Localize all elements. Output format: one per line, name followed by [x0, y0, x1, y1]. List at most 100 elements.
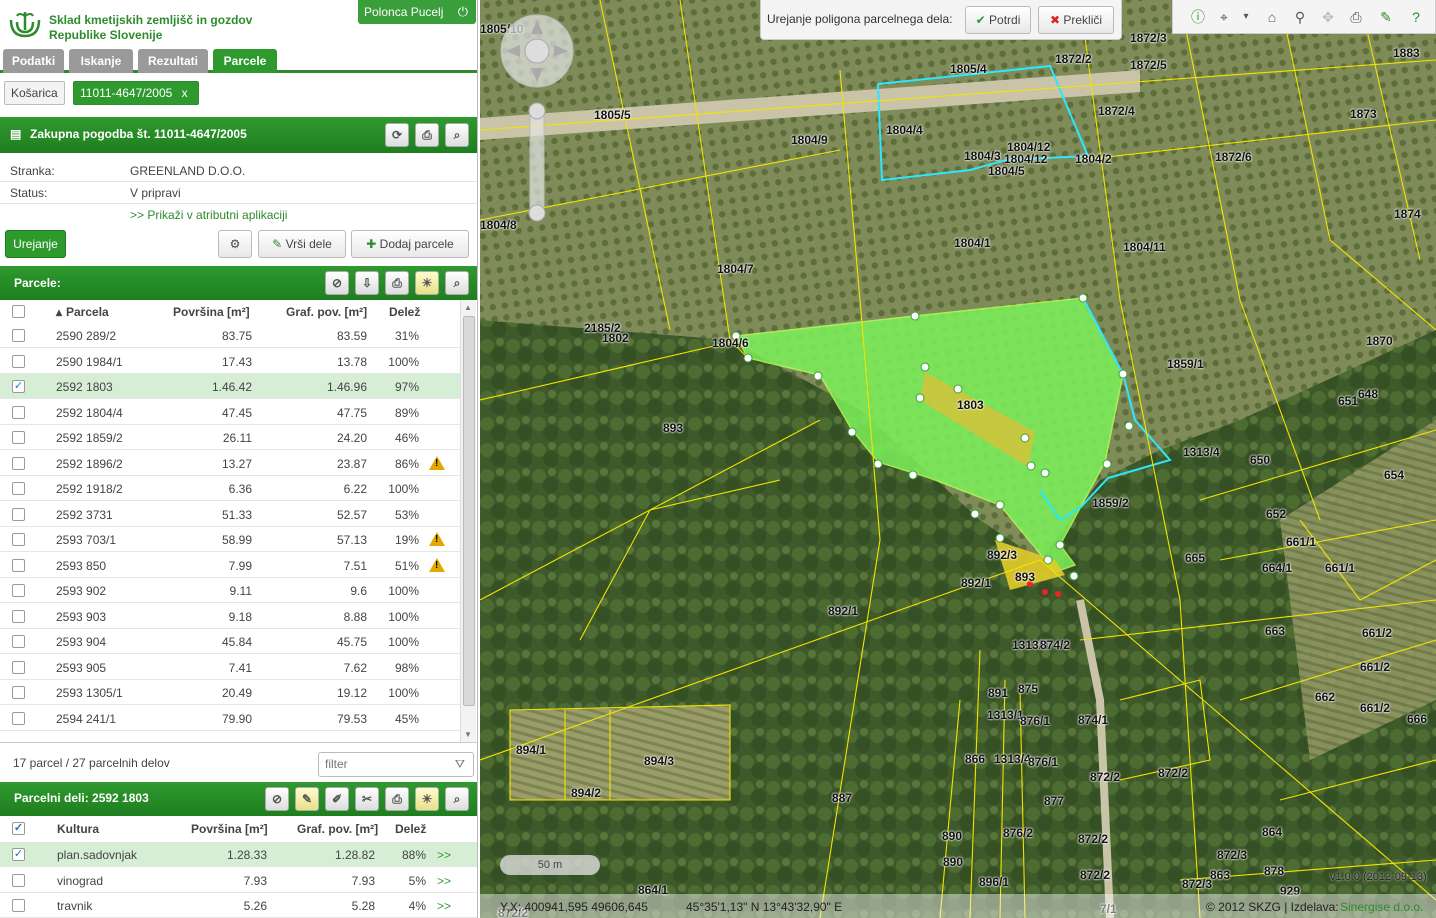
- remove-part-button[interactable]: ⊘: [265, 787, 289, 811]
- row-checkbox[interactable]: [12, 558, 25, 572]
- draw-part-button[interactable]: ✐: [325, 787, 349, 811]
- warning-icon[interactable]: [429, 455, 445, 470]
- row-checkbox[interactable]: [12, 609, 25, 623]
- pan-icon[interactable]: ✥: [1317, 6, 1339, 28]
- close-icon[interactable]: x: [182, 86, 188, 100]
- row-checkbox[interactable]: [12, 686, 25, 699]
- table-row[interactable]: 2592 1918/2 6.36 6.22 100%: [0, 476, 460, 501]
- home-icon[interactable]: ⌂: [1261, 6, 1283, 28]
- col-part-graf[interactable]: Graf. pov. [m²]: [297, 822, 378, 836]
- row-checkbox[interactable]: [12, 711, 25, 725]
- col-parcel[interactable]: Parcela: [66, 305, 109, 319]
- row-checkbox[interactable]: [12, 584, 25, 597]
- row-checkbox[interactable]: [12, 482, 25, 495]
- row-checkbox[interactable]: [12, 431, 25, 444]
- print-map-icon[interactable]: ⎙: [1345, 6, 1367, 28]
- map-view[interactable]: 1805/10 1805/4 1872/2 1872/3 1872/5 1883 1805/…: [480, 0, 1436, 918]
- attribute-app-link[interactable]: >> Prikaži v atributni aplikaciji: [130, 208, 287, 222]
- table-row[interactable]: ✓ plan.sadovnjak 1.28.33 1.28.82 88% >>: [0, 842, 477, 867]
- select-all-parts-checkbox[interactable]: ✓: [12, 822, 25, 835]
- zoom-slider[interactable]: [526, 100, 548, 224]
- row-checkbox[interactable]: [12, 354, 25, 368]
- table-row[interactable]: 2592 1896/2 13.27 23.87 86%: [0, 451, 460, 476]
- row-checkbox[interactable]: [12, 533, 25, 546]
- maker-link[interactable]: Sinergise d.o.o.: [1340, 900, 1423, 914]
- cancel-button[interactable]: ✖ Prekliči: [1038, 6, 1114, 34]
- warning-icon[interactable]: [429, 532, 445, 546]
- zoom-parcels-button[interactable]: ⌕: [445, 271, 469, 295]
- print-parts-button[interactable]: ⎙: [385, 787, 409, 811]
- row-checkbox[interactable]: [12, 329, 25, 342]
- settings-button[interactable]: ⚙: [218, 230, 252, 258]
- tab-parcele[interactable]: Parcele: [213, 49, 277, 73]
- highlight-button[interactable]: ☀: [415, 271, 439, 295]
- part-link[interactable]: >>: [437, 874, 451, 888]
- map-canvas[interactable]: [480, 0, 1436, 918]
- remove-parcel-button[interactable]: ⊘: [325, 271, 349, 295]
- col-culture[interactable]: Kultura: [57, 822, 99, 836]
- tab-rezultati[interactable]: Rezultati: [138, 49, 208, 73]
- filter-icon[interactable]: ⛛: [455, 757, 465, 772]
- select-all-checkbox[interactable]: [12, 305, 25, 318]
- row-checkbox[interactable]: ✓: [12, 380, 25, 393]
- edit-button[interactable]: Urejanje: [5, 230, 66, 258]
- return-parts-button[interactable]: ✎ Vrši dele: [258, 230, 346, 258]
- part-link[interactable]: >>: [437, 848, 451, 862]
- warning-icon[interactable]: [429, 557, 445, 572]
- help-icon[interactable]: ?: [1405, 6, 1427, 28]
- table-row[interactable]: vinograd 7.93 7.93 5% >>: [0, 868, 477, 893]
- basket-crumb[interactable]: Košarica: [4, 81, 65, 105]
- filter-input[interactable]: [325, 753, 455, 775]
- col-part-share[interactable]: Delež: [395, 822, 426, 836]
- table-row[interactable]: travnik 5.26 5.28 4% >>: [0, 893, 477, 918]
- refresh-button[interactable]: ⟳: [385, 123, 409, 147]
- split-part-button[interactable]: ✂: [355, 787, 379, 811]
- table-row[interactable]: 2593 1305/1 20.49 19.12 100%: [0, 680, 460, 705]
- edit-part-button[interactable]: ✎: [295, 787, 319, 811]
- table-row[interactable]: 2593 703/1 58.99 57.13 19%: [0, 527, 460, 552]
- row-checkbox[interactable]: [12, 405, 25, 419]
- part-link[interactable]: >>: [437, 899, 451, 913]
- search-map-icon[interactable]: ⚲: [1289, 6, 1311, 28]
- table-row[interactable]: 2590 289/2 83.75 83.59 31%: [0, 323, 460, 348]
- table-row[interactable]: 2593 904 45.84 45.75 100%: [0, 629, 460, 654]
- table-row[interactable]: 2593 903 9.18 8.88 100%: [0, 604, 460, 629]
- add-parcels-button[interactable]: ✚ Dodaj parcele: [351, 230, 469, 258]
- highlight-parts-button[interactable]: ☀: [415, 787, 439, 811]
- tab-podatki[interactable]: Podatki: [3, 49, 64, 73]
- table-row[interactable]: 2590 1984/1 17.43 13.78 100%: [0, 349, 460, 374]
- tab-iskanje[interactable]: Iskanje: [69, 49, 133, 73]
- table-row[interactable]: 2594 241/1 79.90 79.53 45%: [0, 706, 460, 731]
- part-checkbox[interactable]: [12, 873, 25, 887]
- part-checkbox[interactable]: ✓: [12, 848, 25, 861]
- user-button[interactable]: Polonca Pucelj ⏻: [358, 0, 476, 24]
- filter-field[interactable]: ⛛: [318, 752, 474, 777]
- col-area[interactable]: Površina [m²]: [173, 305, 250, 319]
- sort-asc-icon[interactable]: ▴: [56, 305, 62, 319]
- table-row[interactable]: 2593 902 9.11 9.6 100%: [0, 578, 460, 603]
- row-checkbox[interactable]: [12, 635, 25, 648]
- col-graf[interactable]: Graf. pov. [m²]: [286, 305, 367, 319]
- chevron-down-icon[interactable]: ▾: [1235, 6, 1257, 28]
- part-checkbox[interactable]: [12, 899, 25, 912]
- zoom-button[interactable]: ⌕: [445, 123, 469, 147]
- row-checkbox[interactable]: [12, 507, 25, 521]
- row-checkbox[interactable]: [12, 660, 25, 674]
- col-part-area[interactable]: Površina [m²]: [191, 822, 268, 836]
- contract-crumb[interactable]: 11011-4647/2005 x: [73, 81, 199, 105]
- info-icon[interactable]: ⓘ: [1187, 6, 1209, 28]
- confirm-button[interactable]: ✔ Potrdi: [965, 6, 1031, 34]
- print-button[interactable]: ⎙: [415, 123, 439, 147]
- table-row[interactable]: 2593 850 7.99 7.51 51%: [0, 553, 460, 578]
- table-row[interactable]: 2592 3731 51.33 52.57 53%: [0, 502, 460, 527]
- draw-icon[interactable]: ✎: [1375, 6, 1397, 28]
- table-row[interactable]: ✓ 2592 1803 1.46.42 1.46.96 97%: [0, 374, 460, 399]
- measure-icon[interactable]: ⌖: [1213, 6, 1235, 28]
- scroll-thumb[interactable]: [463, 316, 475, 706]
- table-row[interactable]: 2593 905 7.41 7.62 98%: [0, 655, 460, 680]
- pan-control[interactable]: [498, 12, 576, 90]
- table-row[interactable]: 2592 1804/4 47.45 47.75 89%: [0, 400, 460, 425]
- print-parcels-button[interactable]: ⎙: [385, 271, 409, 295]
- col-share[interactable]: Delež: [389, 305, 420, 319]
- zoom-parts-button[interactable]: ⌕: [445, 787, 469, 811]
